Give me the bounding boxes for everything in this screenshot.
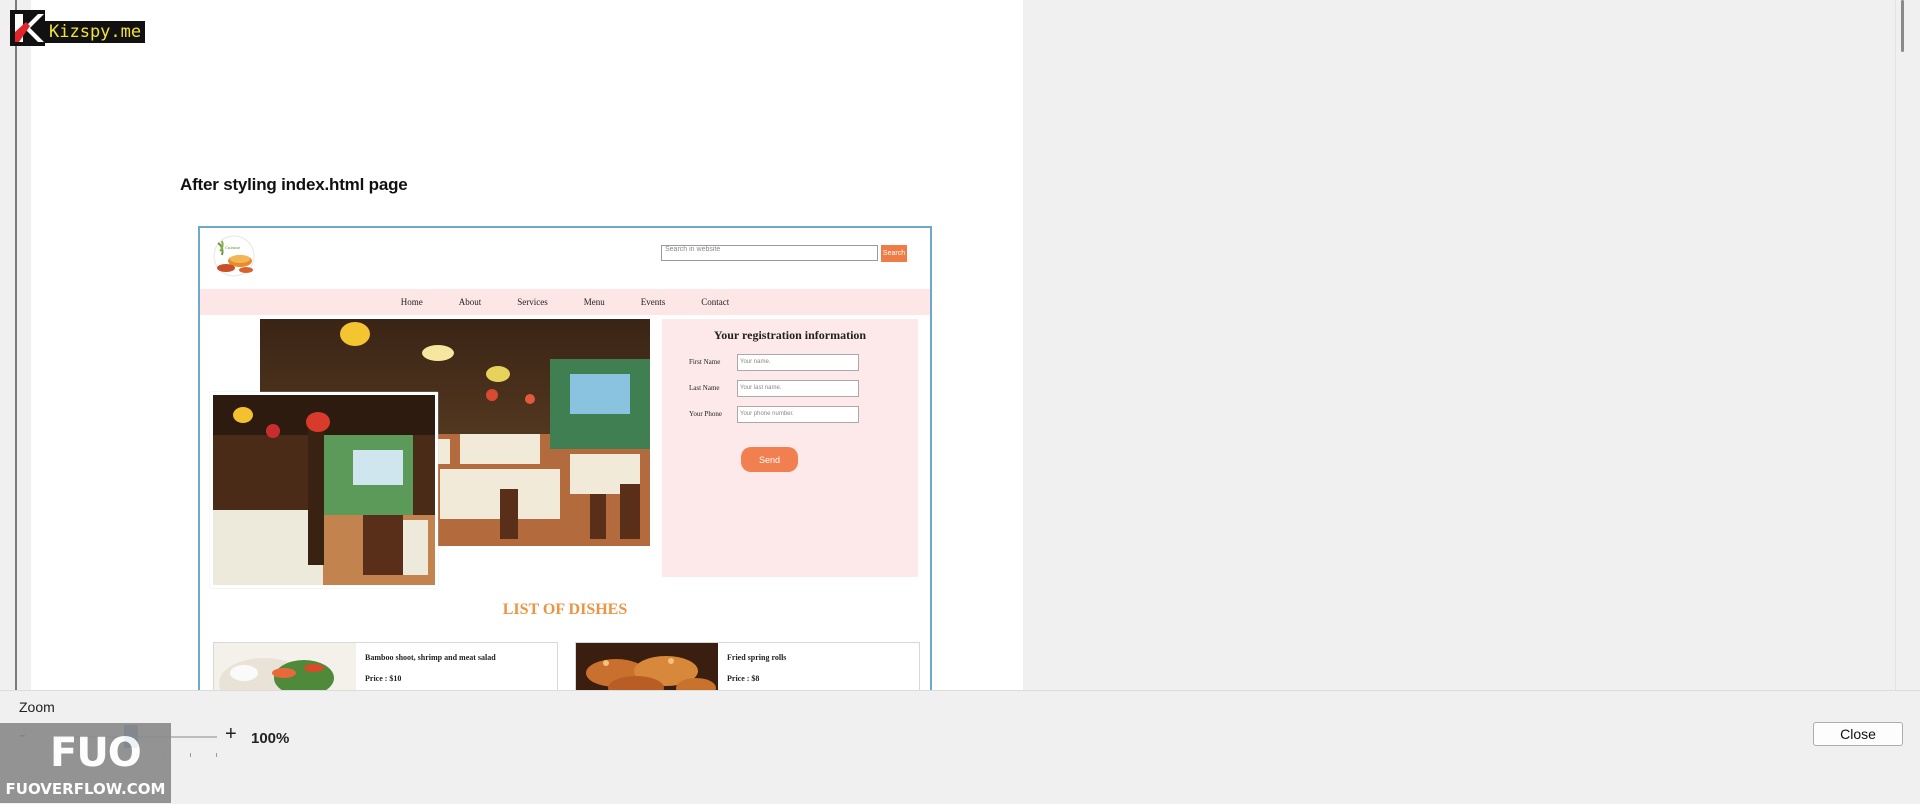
first-name-input[interactable]: Your name. [737, 354, 859, 371]
zoom-in-button[interactable]: + [225, 724, 237, 744]
dish-image-salad [214, 643, 356, 690]
first-name-label: First Name [689, 358, 721, 366]
website-screenshot: Cuisine Search in website Search Home Ab… [198, 226, 932, 690]
scrollbar-thumb[interactable] [1901, 0, 1904, 52]
website-nav-bar: Home About Services Menu Events Contact [200, 289, 930, 315]
zoom-label: Zoom [19, 699, 55, 715]
website-search-input[interactable]: Search in website [661, 245, 878, 261]
document-viewer: After styling index.html page Cuisine Se… [0, 0, 1920, 690]
nav-item-events[interactable]: Events [637, 297, 670, 307]
svg-text:Cuisine: Cuisine [225, 245, 241, 250]
document-heading: After styling index.html page [180, 175, 408, 194]
zoom-value: 100% [251, 730, 290, 747]
fuoverflow-watermark-text: FUOVERFLOW.COM [5, 780, 166, 798]
vertical-scrollbar[interactable] [1895, 0, 1910, 690]
dish-price: Price : $8 [727, 674, 760, 683]
nav-item-about[interactable]: About [455, 297, 486, 307]
nav-item-contact[interactable]: Contact [697, 297, 733, 307]
close-button[interactable]: Close [1813, 722, 1903, 746]
document-page: After styling index.html page Cuisine Se… [31, 0, 1023, 690]
kizspy-logo-icon [10, 10, 45, 46]
dish-image-spring-rolls [576, 643, 718, 690]
dish-price: Price : $10 [365, 674, 402, 683]
dish-name: Fried spring rolls [727, 653, 787, 662]
watermark-kizspy: Kizspy.me [10, 10, 146, 46]
send-button[interactable]: Send [741, 447, 798, 472]
last-name-label: Last Name [689, 384, 720, 392]
website-search-button[interactable]: Search [881, 245, 907, 262]
viewer-left-border [15, 0, 17, 690]
phone-input[interactable]: Your phone number. [737, 406, 859, 423]
restaurant-photo-small [210, 392, 438, 588]
restaurant-logo: Cuisine [213, 235, 255, 277]
dish-card[interactable]: Bamboo shoot, shrimp and meat salad Pric… [213, 642, 558, 690]
dish-card[interactable]: Fried spring rolls Price : $8 [575, 642, 920, 690]
nav-item-home[interactable]: Home [397, 297, 427, 307]
nav-item-services[interactable]: Services [513, 297, 552, 307]
nav-item-menu[interactable]: Menu [580, 297, 609, 307]
form-title: Your registration information [713, 328, 867, 342]
registration-form: Your registration information First Name… [662, 319, 918, 577]
kizspy-watermark-text: Kizspy.me [45, 21, 146, 43]
zoom-panel: Zoom - + 100% Close [0, 690, 1920, 804]
watermark-fuoverflow: FUO FUOVERFLOW.COM [0, 723, 171, 803]
dish-name: Bamboo shoot, shrimp and meat salad [365, 653, 496, 662]
dishes-section-title: LIST OF DISHES [502, 601, 628, 618]
phone-label: Your Phone [689, 410, 722, 418]
last-name-input[interactable]: Your last name. [737, 380, 859, 397]
fuo-logo: FUO [50, 730, 142, 776]
